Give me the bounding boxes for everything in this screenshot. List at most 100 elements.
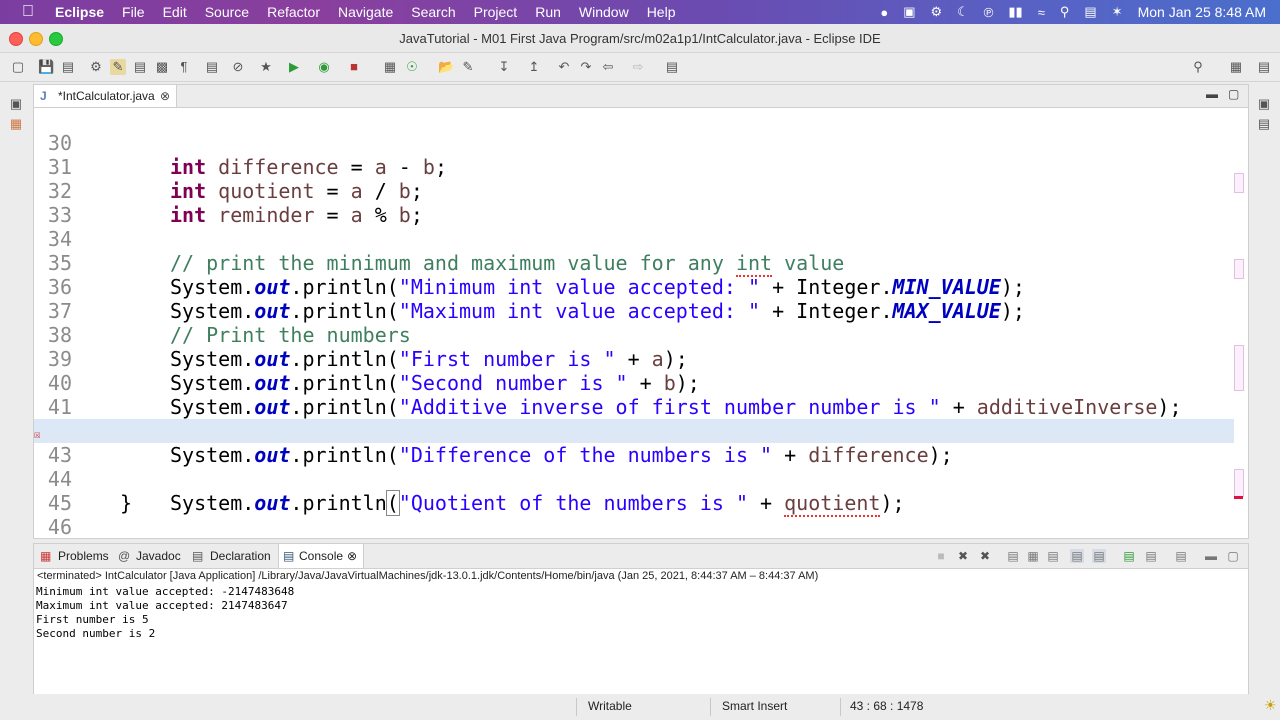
code-line: 36 System.out.println("Maximum int value… — [34, 251, 1234, 323]
app-status-icon[interactable]: ▣ — [903, 4, 915, 20]
menu-edit[interactable]: Edit — [154, 0, 196, 24]
menu-run[interactable]: Run — [526, 0, 570, 24]
back-arrow-icon[interactable]: ⇦ — [600, 59, 616, 75]
siri-icon[interactable]: ✶ — [1112, 4, 1123, 20]
tab-problems[interactable]: ▦ Problems — [36, 544, 112, 568]
menu-file[interactable]: File — [113, 0, 154, 24]
code-line: 45 — [34, 467, 1234, 515]
menu-eclipse[interactable]: Eclipse — [46, 0, 113, 24]
menubar-clock[interactable]: Mon Jan 25 8:48 AM — [1138, 4, 1266, 20]
block-selection-icon[interactable]: ▩ — [154, 59, 170, 75]
status-insert-mode[interactable]: Smart Insert — [722, 699, 787, 713]
overview-ruler-mark[interactable] — [1234, 259, 1244, 279]
maximize-editor-icon[interactable]: ▢ — [1228, 87, 1239, 101]
menu-help[interactable]: Help — [638, 0, 685, 24]
show-whitespace-icon[interactable]: ¶ — [176, 59, 192, 75]
outline-icon[interactable]: ▤ — [1256, 116, 1272, 132]
code-line: 41 System.out.println("Sum of the number… — [34, 371, 1234, 443]
overview-ruler-mark[interactable] — [1234, 173, 1244, 193]
java-file-icon: J — [40, 89, 47, 103]
spotlight-search-icon[interactable]: ⚲ — [1060, 4, 1070, 20]
code-line: 38 System.out.println("First number is "… — [34, 299, 1234, 371]
code-area[interactable]: 30 int difference = a - b; 31 int quotie… — [34, 107, 1246, 537]
save-all-icon[interactable]: ▤ — [60, 59, 76, 75]
coverage-icon[interactable]: ◉ — [316, 59, 332, 75]
gear-status-icon[interactable]: ⚙ — [930, 4, 942, 20]
main-toolbar: ▢ 💾 ▤ ⚙ ✎ ▤ ▩ ¶ ▤ ⊘ ★ ▶ ◉ ■ ▦ ☉ 📂 ✎ ↧ ↥ … — [0, 53, 1280, 82]
minimize-editor-icon[interactable]: ▬ — [1206, 87, 1218, 101]
back-icon[interactable]: ↷ — [578, 59, 594, 75]
menu-source[interactable]: Source — [196, 0, 258, 24]
pin-editor-icon[interactable]: ▤ — [664, 59, 680, 75]
previous-annotation-icon[interactable]: ↥ — [526, 59, 542, 75]
tab-console[interactable]: ▤ Console ⊗ — [278, 544, 364, 568]
console-output[interactable]: Minimum int value accepted: -2147483648 … — [36, 585, 294, 641]
terminate-icon[interactable]: ■ — [934, 549, 948, 563]
apple-menu-icon[interactable]:  — [0, 0, 46, 24]
build-icon[interactable]: ⚙ — [88, 59, 104, 75]
menu-project[interactable]: Project — [465, 0, 527, 24]
bottom-panel: ▦ Problems @ Javadoc ▤ Declaration ▤ Con… — [33, 543, 1249, 695]
word-wrap-icon[interactable]: ▤ — [1046, 549, 1060, 563]
debug-icon[interactable]: ★ — [258, 59, 274, 75]
menu-window[interactable]: Window — [570, 0, 638, 24]
open-perspective-icon[interactable]: ▦ — [1228, 59, 1244, 75]
tab-declaration[interactable]: ▤ Declaration — [190, 544, 274, 568]
display-console-icon[interactable]: ▤ — [1144, 549, 1158, 563]
run-icon[interactable]: ▶ — [286, 59, 302, 75]
editor-tab-intcalculator[interactable]: J *IntCalculator.java ⊗ — [34, 85, 177, 107]
open-type-icon[interactable]: 📂 — [438, 59, 454, 75]
clear-console-icon[interactable]: ▤ — [1006, 549, 1020, 563]
menu-search[interactable]: Search — [402, 0, 464, 24]
highlight-icon[interactable]: ✎ — [110, 59, 126, 75]
control-center-icon[interactable]: ▤ — [1084, 4, 1096, 20]
menu-refactor[interactable]: Refactor — [258, 0, 329, 24]
last-edit-location-icon[interactable]: ↶ — [556, 59, 572, 75]
remove-launch-icon[interactable]: ✖ — [956, 549, 970, 563]
new-icon[interactable]: ▢ — [10, 59, 26, 75]
java-perspective-icon[interactable]: ▤ — [1256, 59, 1272, 75]
restore-icon[interactable]: ▣ — [8, 96, 24, 112]
close-tab-icon[interactable]: ⊗ — [160, 85, 170, 107]
show-on-stderr-icon[interactable]: ▤ — [1092, 549, 1106, 563]
tab-javadoc[interactable]: @ Javadoc — [116, 544, 186, 568]
bottom-tab-bar: ▦ Problems @ Javadoc ▤ Declaration ▤ Con… — [34, 544, 1248, 569]
battery-icon[interactable]: ▮▮ — [1008, 4, 1022, 20]
forward-arrow-icon[interactable]: ⇨ — [630, 59, 646, 75]
minimize-panel-icon[interactable]: ▬ — [1204, 549, 1218, 563]
maximize-panel-icon[interactable]: ▢ — [1226, 549, 1240, 563]
next-annotation-icon[interactable]: ↧ — [496, 59, 512, 75]
overview-ruler-mark[interactable] — [1234, 345, 1244, 391]
code-line-current: 43 ☒ System.out.println("Quotient of the… — [34, 419, 1234, 517]
new-java-package-icon[interactable]: ▦ — [382, 59, 398, 75]
status-cursor-position[interactable]: 43 : 68 : 1478 — [850, 699, 923, 713]
scroll-lock-icon[interactable]: ▦ — [1026, 549, 1040, 563]
macos-menubar:  Eclipse File Edit Source Refactor Navi… — [0, 0, 1280, 24]
terminal-icon[interactable]: ▤ — [204, 59, 220, 75]
pin-console-icon[interactable]: ▤ — [1122, 549, 1136, 563]
search-tool-icon[interactable]: ✎ — [460, 59, 476, 75]
external-tools-icon[interactable]: ■ — [346, 59, 362, 75]
moon-icon[interactable]: ☾ — [957, 4, 969, 20]
search-icon[interactable]: ⚲ — [1190, 59, 1206, 75]
overview-ruler-mark[interactable] — [1234, 469, 1244, 497]
close-console-icon[interactable]: ⊗ — [347, 544, 357, 568]
record-icon[interactable]: ● — [880, 5, 888, 20]
show-on-stdout-icon[interactable]: ▤ — [1070, 549, 1084, 563]
restore-right-icon[interactable]: ▣ — [1256, 96, 1272, 112]
menu-navigate[interactable]: Navigate — [329, 0, 402, 24]
skip-breakpoints-icon[interactable]: ⊘ — [230, 59, 246, 75]
bluetooth-icon[interactable]: ℗ — [984, 5, 994, 20]
save-icon[interactable]: 💾 — [38, 59, 54, 75]
tab-console-label: Console — [299, 549, 344, 563]
remove-all-launches-icon[interactable]: ✖ — [978, 549, 992, 563]
wifi-icon[interactable]: ≈ — [1038, 5, 1045, 20]
open-console-icon[interactable]: ▤ — [1174, 549, 1188, 563]
status-writable: Writable — [588, 699, 632, 713]
code-line: 30 int difference = a - b; — [34, 107, 1234, 179]
new-java-class-icon[interactable]: ☉ — [404, 59, 420, 75]
tip-lightbulb-icon[interactable]: ☀ — [1264, 697, 1277, 714]
annotation-icon[interactable]: ▤ — [132, 59, 148, 75]
overview-ruler-error-mark[interactable] — [1234, 496, 1243, 499]
package-explorer-icon[interactable]: ▦ — [8, 116, 24, 132]
